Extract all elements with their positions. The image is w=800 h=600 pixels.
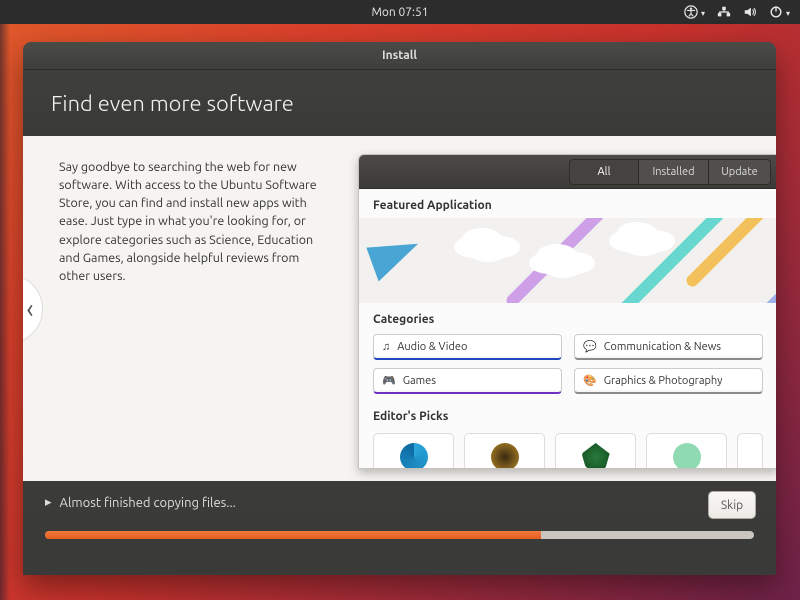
tab-all[interactable]: All (569, 159, 639, 185)
network-icon (717, 5, 731, 19)
category-games[interactable]: 🎮 Games (373, 368, 562, 394)
progress-bar (45, 531, 754, 539)
app-icon (400, 443, 428, 469)
category-graphics[interactable]: 🎨 Graphics & Photography (574, 368, 763, 394)
editors-picks-title: Editor's Picks (359, 400, 776, 429)
volume-icon (743, 5, 757, 19)
accessibility-menu[interactable]: ▾ (684, 5, 705, 19)
hero-cloud (454, 236, 494, 258)
pick-card[interactable] (555, 433, 636, 469)
accessibility-icon (684, 5, 698, 19)
hero-stripe (594, 218, 744, 303)
category-label: Games (403, 375, 436, 387)
category-label: Graphics & Photography (604, 375, 723, 387)
status-text: Almost finished copying files... (60, 496, 236, 510)
progress-fill (45, 531, 541, 539)
system-indicators: ▾ ▾ (684, 0, 790, 24)
slide-body-text: Say goodbye to searching the web for new… (59, 158, 329, 285)
sound-indicator[interactable] (743, 5, 757, 19)
software-headerbar: All Installed Update (359, 155, 776, 189)
hero-cloud (609, 230, 649, 252)
window-title: Install (382, 49, 417, 62)
pick-card[interactable] (646, 433, 727, 469)
pick-card[interactable] (464, 433, 545, 469)
paper-plane-icon (366, 231, 425, 282)
category-grid: ♫ Audio & Video 💬 Communication & News 🎮… (359, 332, 776, 400)
chevron-left-icon: ‹ (26, 294, 33, 323)
editors-picks-row (359, 429, 776, 469)
app-icon (673, 443, 701, 469)
tab-updates[interactable]: Update (709, 159, 771, 185)
slide-heading-band: Find even more software (23, 70, 776, 136)
tab-installed[interactable]: Installed (639, 159, 709, 185)
top-panel: Mon 07:51 ▾ ▾ (0, 0, 800, 24)
ubuntu-software-preview: All Installed Update Featured Applicatio… (358, 154, 776, 469)
featured-title: Featured Application (359, 189, 776, 218)
clock[interactable]: Mon 07:51 (371, 6, 428, 19)
software-tabs: All Installed Update (569, 159, 771, 185)
category-communication[interactable]: 💬 Communication & News (574, 334, 763, 360)
prev-slide-button[interactable]: ‹ (23, 274, 43, 344)
pick-card[interactable] (737, 433, 763, 469)
hero-cloud (529, 252, 569, 274)
install-footer: ▸ Almost finished copying files... Skip (23, 481, 776, 575)
categories-title: Categories (359, 303, 776, 332)
power-menu[interactable]: ▾ (769, 5, 790, 19)
chevron-down-icon: ▾ (786, 9, 790, 18)
install-window: Install Find even more software Say good… (23, 42, 776, 575)
category-audio-video[interactable]: ♫ Audio & Video (373, 334, 562, 360)
gamepad-icon: 🎮 (382, 374, 396, 387)
expand-triangle-icon: ▸ (45, 495, 52, 510)
skip-label: Skip (721, 499, 743, 512)
category-label: Communication & News (604, 341, 721, 353)
skip-button[interactable]: Skip (708, 491, 756, 519)
status-line[interactable]: ▸ Almost finished copying files... (45, 495, 236, 510)
chevron-down-icon: ▾ (701, 9, 705, 18)
power-icon (769, 5, 783, 19)
network-indicator[interactable] (717, 5, 731, 19)
slide-area: Say goodbye to searching the web for new… (23, 136, 776, 481)
pick-card[interactable] (373, 433, 454, 469)
app-icon (491, 443, 519, 469)
music-note-icon: ♫ (382, 341, 390, 353)
featured-hero[interactable] (359, 218, 776, 303)
app-icon (582, 443, 610, 469)
window-titlebar[interactable]: Install (23, 42, 776, 70)
category-label: Audio & Video (397, 341, 467, 353)
chat-icon: 💬 (583, 340, 597, 353)
slide-heading: Find even more software (51, 91, 294, 116)
palette-icon: 🎨 (583, 374, 597, 387)
launcher-edge (0, 24, 10, 600)
